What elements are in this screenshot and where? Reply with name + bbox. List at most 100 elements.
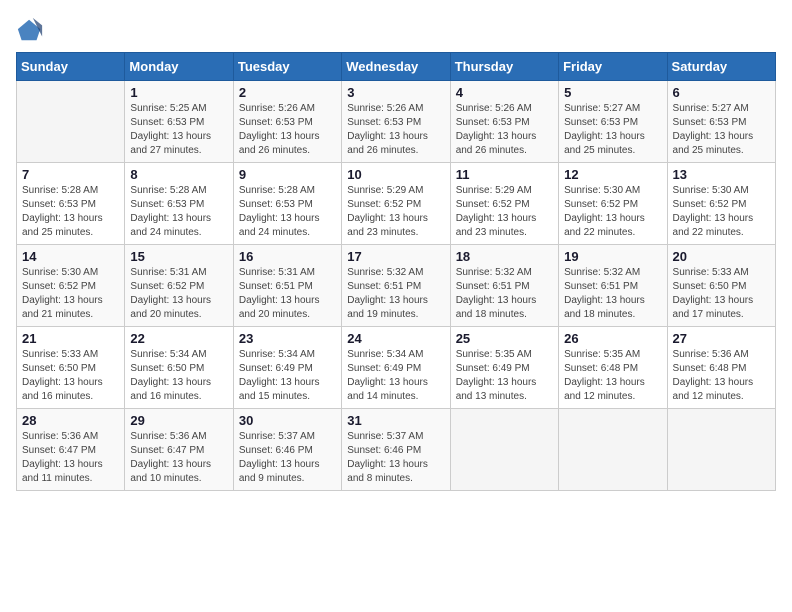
weekday-row: SundayMondayTuesdayWednesdayThursdayFrid… [17,53,776,81]
day-info: Sunrise: 5:25 AM Sunset: 6:53 PM Dayligh… [130,102,227,158]
calendar-cell: 24 Sunrise: 5:34 AM Sunset: 6:49 PM Dayli… [342,327,450,409]
day-info: Sunrise: 5:31 AM Sunset: 6:52 PM Dayligh… [130,266,227,322]
day-info: Sunrise: 5:28 AM Sunset: 6:53 PM Dayligh… [22,184,119,240]
day-number: 14 [22,249,119,264]
day-info: Sunrise: 5:34 AM Sunset: 6:50 PM Dayligh… [130,348,227,404]
day-info: Sunrise: 5:36 AM Sunset: 6:48 PM Dayligh… [673,348,770,404]
day-number: 2 [239,85,336,100]
page-header [16,16,776,44]
calendar-cell: 30 Sunrise: 5:37 AM Sunset: 6:46 PM Dayli… [233,409,341,491]
calendar-week-3: 14 Sunrise: 5:30 AM Sunset: 6:52 PM Dayli… [17,245,776,327]
weekday-header-friday: Friday [559,53,667,81]
day-number: 21 [22,331,119,346]
calendar-header: SundayMondayTuesdayWednesdayThursdayFrid… [17,53,776,81]
calendar-cell: 23 Sunrise: 5:34 AM Sunset: 6:49 PM Dayli… [233,327,341,409]
weekday-header-monday: Monday [125,53,233,81]
calendar-cell: 29 Sunrise: 5:36 AM Sunset: 6:47 PM Dayli… [125,409,233,491]
weekday-header-saturday: Saturday [667,53,775,81]
calendar-cell: 19 Sunrise: 5:32 AM Sunset: 6:51 PM Dayli… [559,245,667,327]
day-info: Sunrise: 5:33 AM Sunset: 6:50 PM Dayligh… [22,348,119,404]
day-number: 11 [456,167,553,182]
day-number: 22 [130,331,227,346]
day-number: 29 [130,413,227,428]
day-info: Sunrise: 5:37 AM Sunset: 6:46 PM Dayligh… [239,430,336,486]
calendar-cell: 17 Sunrise: 5:32 AM Sunset: 6:51 PM Dayli… [342,245,450,327]
day-info: Sunrise: 5:28 AM Sunset: 6:53 PM Dayligh… [130,184,227,240]
calendar-cell: 12Sunrise: 5:30 AM Sunset: 6:52 PM Dayli… [559,163,667,245]
calendar-cell: 10 Sunrise: 5:29 AM Sunset: 6:52 PM Dayli… [342,163,450,245]
day-number: 20 [673,249,770,264]
day-number: 30 [239,413,336,428]
day-number: 10 [347,167,444,182]
day-info: Sunrise: 5:30 AM Sunset: 6:52 PM Dayligh… [673,184,770,240]
day-number: 9 [239,167,336,182]
calendar-week-4: 21 Sunrise: 5:33 AM Sunset: 6:50 PM Dayli… [17,327,776,409]
day-info: Sunrise: 5:35 AM Sunset: 6:48 PM Dayligh… [564,348,661,404]
day-info: Sunrise: 5:27 AM Sunset: 6:53 PM Dayligh… [564,102,661,158]
day-number: 25 [456,331,553,346]
calendar-cell: 27 Sunrise: 5:36 AM Sunset: 6:48 PM Dayli… [667,327,775,409]
day-number: 8 [130,167,227,182]
weekday-header-thursday: Thursday [450,53,558,81]
calendar-cell: 28 Sunrise: 5:36 AM Sunset: 6:47 PM Dayli… [17,409,125,491]
logo-icon [16,16,44,44]
calendar-cell: 7 Sunrise: 5:28 AM Sunset: 6:53 PM Daylig… [17,163,125,245]
day-info: Sunrise: 5:26 AM Sunset: 6:53 PM Dayligh… [347,102,444,158]
calendar-body: 1 Sunrise: 5:25 AM Sunset: 6:53 PM Daylig… [17,81,776,491]
calendar-cell: 25 Sunrise: 5:35 AM Sunset: 6:49 PM Dayli… [450,327,558,409]
day-number: 3 [347,85,444,100]
day-number: 4 [456,85,553,100]
day-info: Sunrise: 5:32 AM Sunset: 6:51 PM Dayligh… [564,266,661,322]
day-info: Sunrise: 5:28 AM Sunset: 6:53 PM Dayligh… [239,184,336,240]
calendar-cell: 15 Sunrise: 5:31 AM Sunset: 6:52 PM Dayli… [125,245,233,327]
day-info: Sunrise: 5:36 AM Sunset: 6:47 PM Dayligh… [22,430,119,486]
day-info: Sunrise: 5:34 AM Sunset: 6:49 PM Dayligh… [239,348,336,404]
day-info: Sunrise: 5:33 AM Sunset: 6:50 PM Dayligh… [673,266,770,322]
day-number: 27 [673,331,770,346]
day-number: 24 [347,331,444,346]
calendar-cell [667,409,775,491]
calendar-cell: 11Sunrise: 5:29 AM Sunset: 6:52 PM Dayli… [450,163,558,245]
calendar-cell: 20 Sunrise: 5:33 AM Sunset: 6:50 PM Dayli… [667,245,775,327]
calendar-cell: 16Sunrise: 5:31 AM Sunset: 6:51 PM Dayli… [233,245,341,327]
calendar-cell: 18Sunrise: 5:32 AM Sunset: 6:51 PM Dayli… [450,245,558,327]
day-info: Sunrise: 5:36 AM Sunset: 6:47 PM Dayligh… [130,430,227,486]
day-number: 19 [564,249,661,264]
calendar-cell [559,409,667,491]
day-number: 31 [347,413,444,428]
day-number: 28 [22,413,119,428]
calendar-cell: 13 Sunrise: 5:30 AM Sunset: 6:52 PM Dayli… [667,163,775,245]
calendar-cell: 5 Sunrise: 5:27 AM Sunset: 6:53 PM Daylig… [559,81,667,163]
day-info: Sunrise: 5:30 AM Sunset: 6:52 PM Dayligh… [22,266,119,322]
day-info: Sunrise: 5:34 AM Sunset: 6:49 PM Dayligh… [347,348,444,404]
logo [16,16,48,44]
calendar-cell: 2 Sunrise: 5:26 AM Sunset: 6:53 PM Daylig… [233,81,341,163]
calendar-cell: 21 Sunrise: 5:33 AM Sunset: 6:50 PM Dayli… [17,327,125,409]
calendar-week-5: 28 Sunrise: 5:36 AM Sunset: 6:47 PM Dayli… [17,409,776,491]
day-number: 13 [673,167,770,182]
calendar-cell: 26 Sunrise: 5:35 AM Sunset: 6:48 PM Dayli… [559,327,667,409]
day-number: 23 [239,331,336,346]
calendar-cell: 14 Sunrise: 5:30 AM Sunset: 6:52 PM Dayli… [17,245,125,327]
weekday-header-sunday: Sunday [17,53,125,81]
day-info: Sunrise: 5:27 AM Sunset: 6:53 PM Dayligh… [673,102,770,158]
calendar-cell: 6Sunrise: 5:27 AM Sunset: 6:53 PM Daylig… [667,81,775,163]
day-info: Sunrise: 5:35 AM Sunset: 6:49 PM Dayligh… [456,348,553,404]
calendar-cell: 31 Sunrise: 5:37 AM Sunset: 6:46 PM Dayli… [342,409,450,491]
day-number: 5 [564,85,661,100]
day-number: 18 [456,249,553,264]
day-number: 17 [347,249,444,264]
day-info: Sunrise: 5:26 AM Sunset: 6:53 PM Dayligh… [456,102,553,158]
day-number: 7 [22,167,119,182]
day-info: Sunrise: 5:32 AM Sunset: 6:51 PM Dayligh… [347,266,444,322]
day-info: Sunrise: 5:30 AM Sunset: 6:52 PM Dayligh… [564,184,661,240]
calendar-week-2: 7 Sunrise: 5:28 AM Sunset: 6:53 PM Daylig… [17,163,776,245]
day-info: Sunrise: 5:26 AM Sunset: 6:53 PM Dayligh… [239,102,336,158]
calendar-table: SundayMondayTuesdayWednesdayThursdayFrid… [16,52,776,491]
calendar-cell: 1 Sunrise: 5:25 AM Sunset: 6:53 PM Daylig… [125,81,233,163]
day-info: Sunrise: 5:29 AM Sunset: 6:52 PM Dayligh… [347,184,444,240]
day-info: Sunrise: 5:37 AM Sunset: 6:46 PM Dayligh… [347,430,444,486]
day-number: 26 [564,331,661,346]
day-number: 15 [130,249,227,264]
day-number: 1 [130,85,227,100]
